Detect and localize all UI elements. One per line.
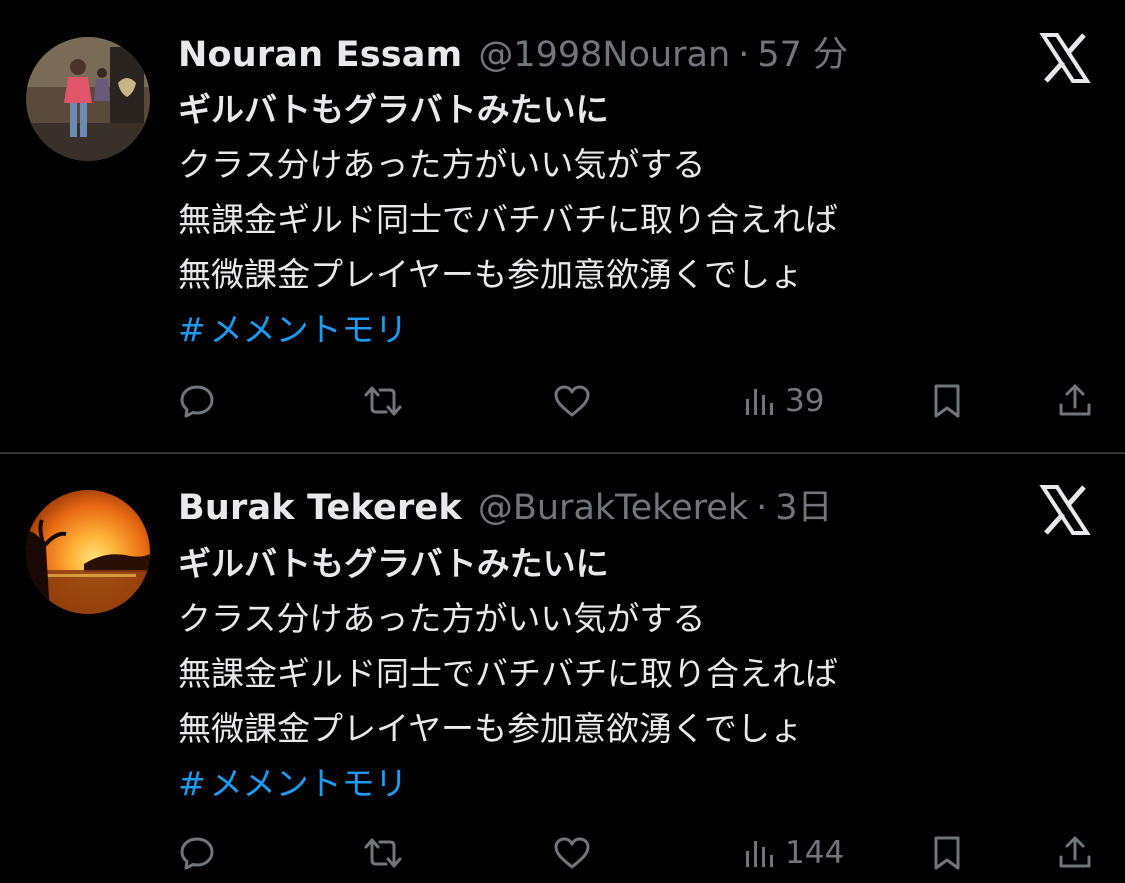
reply-button[interactable] xyxy=(177,371,217,431)
tweet-line: 無課金ギルド同士でバチバチに取り合えれば xyxy=(178,200,838,239)
avatar-photo-icon xyxy=(26,37,150,161)
views-count: 144 xyxy=(785,835,845,871)
tweet-line: クラス分けあった方がいい気がする xyxy=(178,145,706,184)
tweet-text: ギルバトもグラバトみたいに クラス分けあった方がいい気がする 無課金ギルド同士で… xyxy=(178,536,1078,811)
views-button[interactable]: 144 xyxy=(743,823,844,883)
tweet-line: 無微課金プレイヤーも参加意欲湧くでしょ xyxy=(178,255,804,294)
tweet-line: ギルバトもグラバトみたいに xyxy=(178,90,609,129)
tweet-line: 無課金ギルド同士でバチバチに取り合えれば xyxy=(178,654,838,693)
views-count: 39 xyxy=(785,383,825,419)
avatar[interactable] xyxy=(26,490,150,614)
avatar[interactable] xyxy=(26,37,150,161)
user-handle[interactable]: @1998Nouran xyxy=(478,33,730,77)
timestamp[interactable]: 3日 xyxy=(775,486,832,530)
views-icon xyxy=(746,841,773,867)
avatar-sunset-photo-icon xyxy=(26,490,150,614)
bookmark-icon xyxy=(934,384,960,418)
hashtag-sign: # xyxy=(178,310,206,349)
tweet-line: クラス分けあった方がいい気がする xyxy=(178,599,706,638)
like-button[interactable] xyxy=(551,823,593,883)
action-bar: 39 xyxy=(0,371,1125,431)
x-logo-icon xyxy=(1039,32,1091,84)
bookmark-button[interactable] xyxy=(929,371,965,431)
hashtag-link[interactable]: # メメントモリ xyxy=(178,756,1078,811)
separator-dot: · xyxy=(738,35,750,75)
repost-button[interactable] xyxy=(360,823,406,883)
tweet-header: Nouran Essam @1998Nouran · 57 分 xyxy=(178,33,848,77)
views-button[interactable]: 39 xyxy=(743,371,824,431)
bookmark-icon xyxy=(934,836,960,870)
heart-icon xyxy=(554,837,590,869)
hashtag-link[interactable]: # メメントモリ xyxy=(178,302,1078,357)
tweet-line: 無微課金プレイヤーも参加意欲湧くでしょ xyxy=(178,709,804,748)
tweet-line: ギルバトもグラバトみたいに xyxy=(178,544,609,583)
hashtag-sign: # xyxy=(178,764,206,803)
x-logo-icon xyxy=(1039,484,1091,536)
reply-icon xyxy=(180,385,214,418)
repost-icon xyxy=(364,838,402,868)
tweet-header: Burak Tekerek @BurakTekerek · 3日 xyxy=(178,486,833,530)
separator-dot: · xyxy=(756,488,768,528)
share-icon xyxy=(1059,384,1091,416)
tweet-card[interactable]: Nouran Essam @1998Nouran · 57 分 ギルバトもグラバ… xyxy=(0,0,1125,453)
reply-icon xyxy=(180,837,214,870)
share-button[interactable] xyxy=(1056,371,1094,431)
user-handle[interactable]: @BurakTekerek xyxy=(478,486,748,530)
reply-button[interactable] xyxy=(177,823,217,883)
timestamp[interactable]: 57 分 xyxy=(757,33,848,77)
heart-icon xyxy=(554,385,590,417)
views-icon xyxy=(746,389,773,415)
tweet-text: ギルバトもグラバトみたいに クラス分けあった方がいい気がする 無課金ギルド同士で… xyxy=(178,82,1078,357)
share-button[interactable] xyxy=(1056,823,1094,883)
like-button[interactable] xyxy=(551,371,593,431)
action-bar: 144 xyxy=(0,823,1125,883)
repost-button[interactable] xyxy=(360,371,406,431)
share-icon xyxy=(1059,836,1091,868)
display-name[interactable]: Burak Tekerek xyxy=(178,486,462,530)
tweet-card[interactable]: Burak Tekerek @BurakTekerek · 3日 ギルバトもグラ… xyxy=(0,454,1125,883)
display-name[interactable]: Nouran Essam xyxy=(178,33,462,77)
repost-icon xyxy=(364,386,402,416)
bookmark-button[interactable] xyxy=(929,823,965,883)
hashtag-text: メメントモリ xyxy=(209,764,408,803)
hashtag-text: メメントモリ xyxy=(209,310,408,349)
